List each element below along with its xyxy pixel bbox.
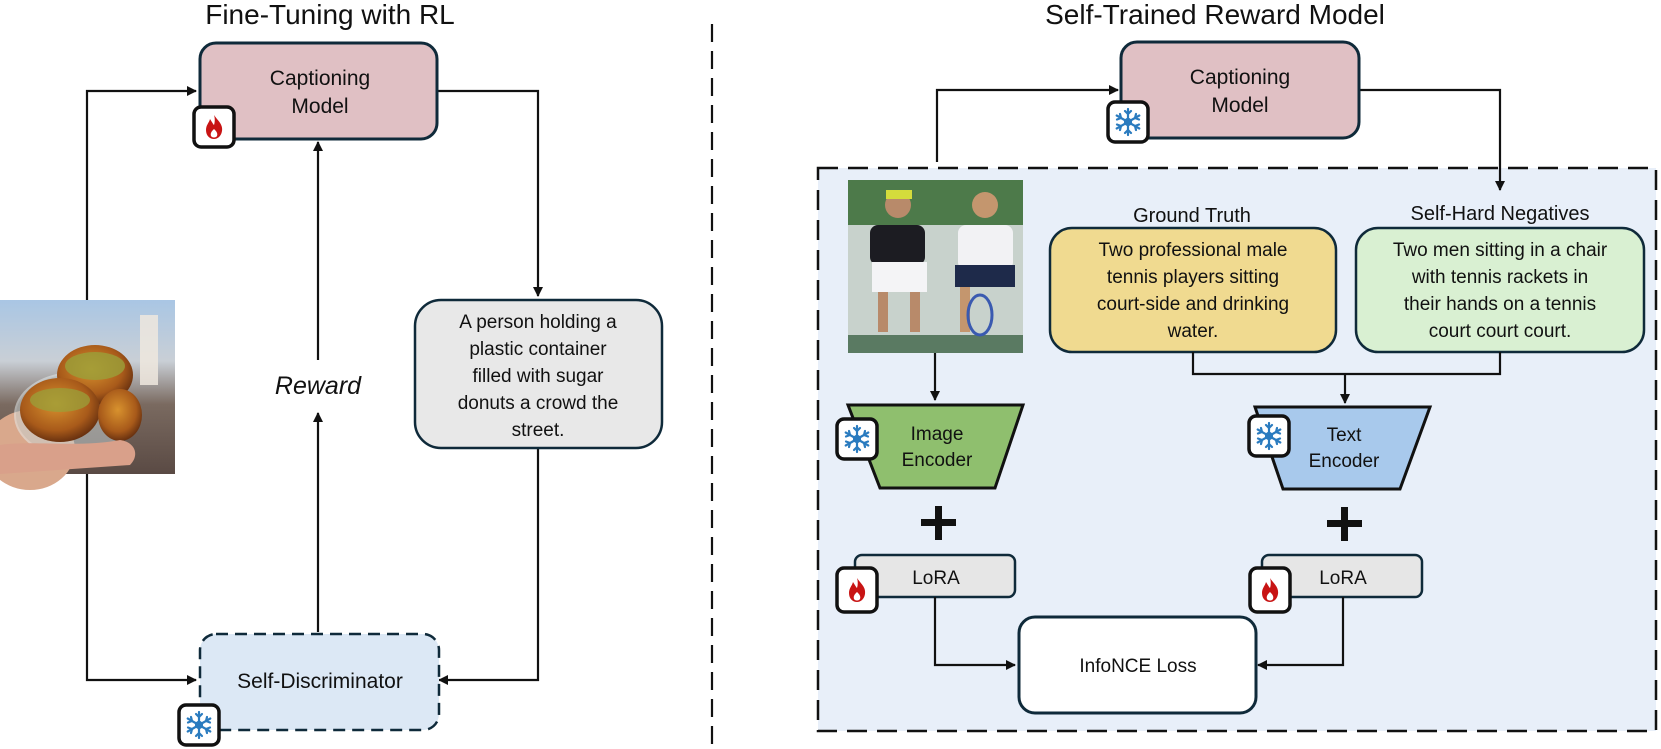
image-encoder-line1: Image (911, 424, 964, 445)
self-hard-negatives-box: Two men sitting in a chair with tennis r… (1354, 226, 1646, 354)
negatives-line: their hands on a tennis (1404, 294, 1596, 315)
ground-truth-line: court-side and drinking (1097, 294, 1289, 315)
edge-to-right-captioning (935, 85, 1119, 162)
negatives-line: Two men sitting in a chair (1393, 240, 1608, 261)
text-encoder-line2: Encoder (1309, 451, 1380, 472)
left-panel-title: Fine-Tuning with RL (205, 0, 455, 30)
image-encoder-line2: Encoder (902, 450, 973, 471)
text-encoder-line1: Text (1327, 425, 1363, 446)
infonce-loss-box: InfoNCE Loss (1017, 615, 1258, 715)
right-captioning-line2: Model (1211, 94, 1268, 117)
donuts-photo (0, 300, 175, 490)
edge-image-to-discriminator (85, 470, 197, 685)
caption-line: donuts a crowd the (458, 393, 619, 414)
snowflake-icon (177, 703, 221, 747)
right-captioning-line1: Captioning (1190, 66, 1290, 89)
left-captioning-line2: Model (291, 95, 348, 118)
caption-line: street. (512, 420, 565, 441)
right-panel-title: Self-Trained Reward Model (1045, 0, 1385, 30)
ground-truth-line: Two professional male (1098, 240, 1287, 261)
lora-right-label: LoRA (1319, 568, 1367, 589)
right-captioning-model: Captioning Model (1119, 40, 1361, 140)
ground-truth-box: Two professional male tennis players sit… (1048, 226, 1338, 354)
self-hard-negatives-heading: Self-Hard Negatives (1411, 203, 1590, 225)
caption-line: A person holding a (459, 312, 617, 333)
ground-truth-line: water. (1167, 321, 1219, 342)
caption-line: plastic container (469, 339, 607, 360)
edge-image-to-captioning (85, 86, 197, 300)
fire-icon (1248, 566, 1292, 614)
fire-icon (835, 566, 879, 614)
diagram-canvas: Fine-Tuning with RL Captioning Model Rew… (0, 0, 1658, 747)
tennis-players-photo (848, 180, 1023, 353)
lora-left-label: LoRA (912, 568, 960, 589)
ground-truth-heading: Ground Truth (1133, 205, 1251, 227)
lora-left: LoRA (853, 553, 1017, 599)
edge-captioning-to-caption (437, 89, 543, 297)
self-discriminator-box: Self-Discriminator (198, 632, 441, 732)
snowflake-icon (1106, 100, 1150, 144)
edge-caption-to-discriminator (438, 448, 540, 685)
reward-label: Reward (275, 372, 362, 400)
infonce-loss-label: InfoNCE Loss (1079, 656, 1196, 677)
left-captioning-line1: Captioning (270, 67, 370, 90)
self-discriminator-label: Self-Discriminator (237, 670, 403, 693)
snowflake-icon (1247, 414, 1291, 458)
negatives-line: with tennis rackets in (1411, 267, 1588, 288)
ground-truth-line: tennis players sitting (1107, 267, 1279, 288)
fire-icon (192, 105, 236, 149)
negatives-line: court court court. (1429, 321, 1572, 342)
snowflake-icon (835, 417, 879, 461)
caption-line: filled with sugar (473, 366, 605, 387)
generated-caption-box: A person holding a plastic container fil… (413, 298, 664, 450)
